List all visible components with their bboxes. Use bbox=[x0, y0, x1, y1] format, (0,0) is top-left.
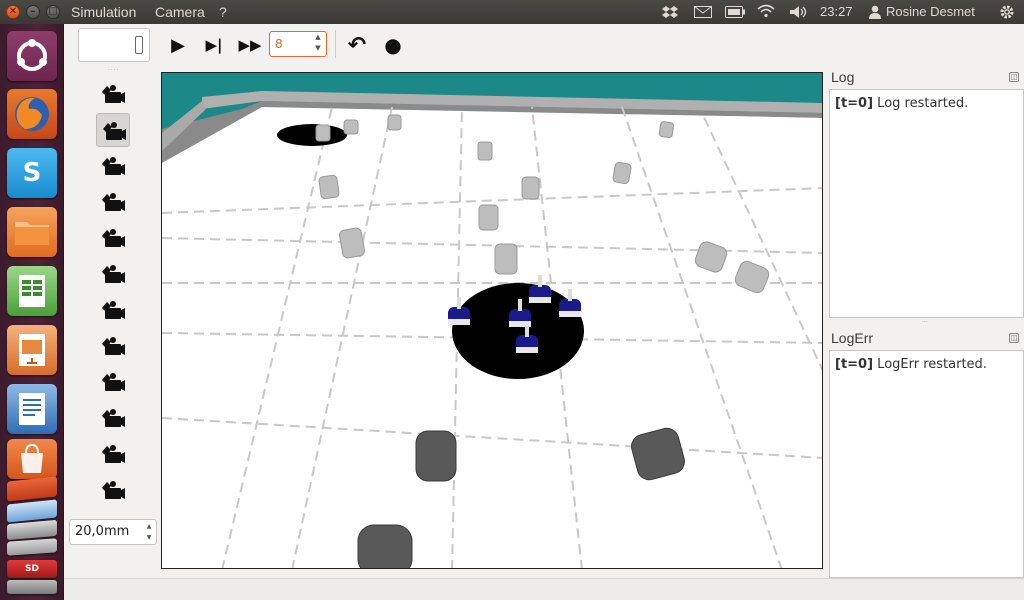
volume-icon[interactable] bbox=[789, 5, 809, 19]
menu-camera[interactable]: Camera bbox=[155, 4, 205, 20]
reset-button[interactable]: ↶ bbox=[345, 32, 369, 58]
minimize-window-button[interactable]: – bbox=[26, 5, 40, 19]
camera-view-button[interactable] bbox=[100, 155, 126, 177]
camera-view-button[interactable] bbox=[96, 113, 130, 147]
toolbar-divider bbox=[335, 30, 336, 58]
stacked-app-icon[interactable] bbox=[7, 476, 57, 502]
battery-icon[interactable] bbox=[725, 6, 745, 18]
camera-icon bbox=[100, 191, 126, 217]
step-icon: ▶| bbox=[205, 36, 223, 54]
record-button[interactable]: ● bbox=[382, 32, 404, 58]
skype-icon[interactable]: S bbox=[7, 148, 57, 198]
toolbar: ▶ ▶| ▶▶ 8 ▲ ▼ ↶ ● bbox=[64, 24, 1024, 66]
user-icon bbox=[869, 5, 881, 19]
stacked-app-icon[interactable] bbox=[7, 580, 57, 594]
camera-view-button[interactable] bbox=[100, 299, 126, 321]
menu-simulation[interactable]: Simulation bbox=[71, 4, 136, 20]
logerr-float-button[interactable]: ◫ bbox=[1009, 333, 1019, 343]
files-icon[interactable] bbox=[7, 207, 57, 257]
undo-icon: ↶ bbox=[347, 32, 367, 58]
camera-icon bbox=[100, 263, 126, 289]
stacked-app-icon[interactable] bbox=[7, 538, 57, 556]
camera-icon bbox=[100, 371, 126, 397]
firefox-icon[interactable] bbox=[7, 89, 57, 139]
maximize-window-button[interactable]: □ bbox=[46, 5, 60, 19]
camera-icon bbox=[100, 227, 126, 253]
log-title: Log bbox=[831, 69, 855, 85]
fast-forward-icon: ▶▶ bbox=[238, 36, 262, 54]
user-name[interactable]: Rosine Desmet bbox=[886, 4, 975, 19]
impress-icon[interactable] bbox=[7, 325, 57, 375]
close-window-button[interactable]: ✕ bbox=[6, 5, 20, 19]
wifi-icon[interactable] bbox=[757, 4, 775, 18]
splitter-handle[interactable]: ··· bbox=[922, 319, 928, 326]
software-center-icon[interactable] bbox=[7, 439, 57, 479]
camera-view-button[interactable] bbox=[100, 227, 126, 249]
logerr-title: LogErr bbox=[831, 330, 874, 346]
camera-icon bbox=[100, 479, 126, 505]
ubuntu-dash-icon[interactable] bbox=[7, 31, 57, 81]
stacked-app-icon[interactable] bbox=[7, 499, 57, 523]
camera-view-button[interactable] bbox=[100, 479, 126, 501]
clock[interactable]: 23:27 bbox=[820, 4, 853, 19]
dropbox-icon[interactable] bbox=[662, 5, 678, 19]
launcher: S SD bbox=[0, 24, 64, 600]
camera-view-button[interactable] bbox=[100, 443, 126, 465]
play-button[interactable]: ▶ bbox=[167, 32, 189, 58]
calc-icon[interactable] bbox=[7, 266, 57, 316]
record-icon: ● bbox=[384, 33, 402, 57]
fast-forward-button[interactable]: ▶▶ bbox=[236, 32, 264, 58]
log-message: Log restarted. bbox=[873, 96, 969, 111]
logerr-message: LogErr restarted. bbox=[873, 357, 987, 372]
camera-view-button[interactable] bbox=[100, 83, 126, 105]
camera-icon bbox=[100, 155, 126, 181]
zoom-stepper[interactable]: ▲ ▼ bbox=[143, 521, 155, 543]
logerr-tag: [t=0] bbox=[835, 357, 874, 372]
camera-panel: ···· 20,0mm ▲ ▼ bbox=[64, 66, 160, 600]
log-tag: [t=0] bbox=[835, 96, 874, 111]
play-icon: ▶ bbox=[171, 34, 185, 56]
stacked-app-icon[interactable] bbox=[7, 519, 57, 541]
menu-help[interactable]: ? bbox=[219, 4, 227, 20]
logerr-output[interactable]: [t=0] LogErr restarted. bbox=[829, 350, 1024, 578]
camera-icon bbox=[101, 120, 127, 146]
speed-spinbox[interactable] bbox=[78, 28, 150, 62]
camera-view-button[interactable] bbox=[100, 407, 126, 429]
sd-card-icon[interactable]: SD bbox=[7, 560, 57, 578]
camera-icon bbox=[100, 299, 126, 325]
step-button[interactable]: ▶| bbox=[201, 32, 227, 58]
camera-view-button[interactable] bbox=[100, 335, 126, 357]
camera-view-button[interactable] bbox=[100, 263, 126, 285]
drag-handle[interactable]: ···· bbox=[108, 67, 120, 74]
camera-view-button[interactable] bbox=[100, 371, 126, 393]
top-panel: ✕ – □ Simulation Camera ? 23:27 Rosine D… bbox=[0, 0, 1024, 24]
writer-icon[interactable] bbox=[7, 384, 57, 434]
camera-view-button[interactable] bbox=[100, 191, 126, 213]
camera-icon bbox=[100, 443, 126, 469]
log-float-button[interactable]: ◫ bbox=[1009, 72, 1019, 82]
frame-stepper[interactable]: ▲ ▼ bbox=[312, 32, 324, 56]
start-zone bbox=[452, 283, 584, 379]
gear-icon[interactable] bbox=[999, 4, 1015, 20]
mail-icon[interactable] bbox=[694, 6, 712, 18]
arena-scene bbox=[162, 73, 822, 568]
log-output[interactable]: [t=0] Log restarted. bbox=[829, 89, 1024, 318]
camera-icon bbox=[100, 335, 126, 361]
simulation-viewport[interactable] bbox=[161, 72, 823, 569]
camera-icon bbox=[100, 83, 126, 109]
status-bar bbox=[64, 578, 1024, 600]
camera-icon bbox=[100, 407, 126, 433]
